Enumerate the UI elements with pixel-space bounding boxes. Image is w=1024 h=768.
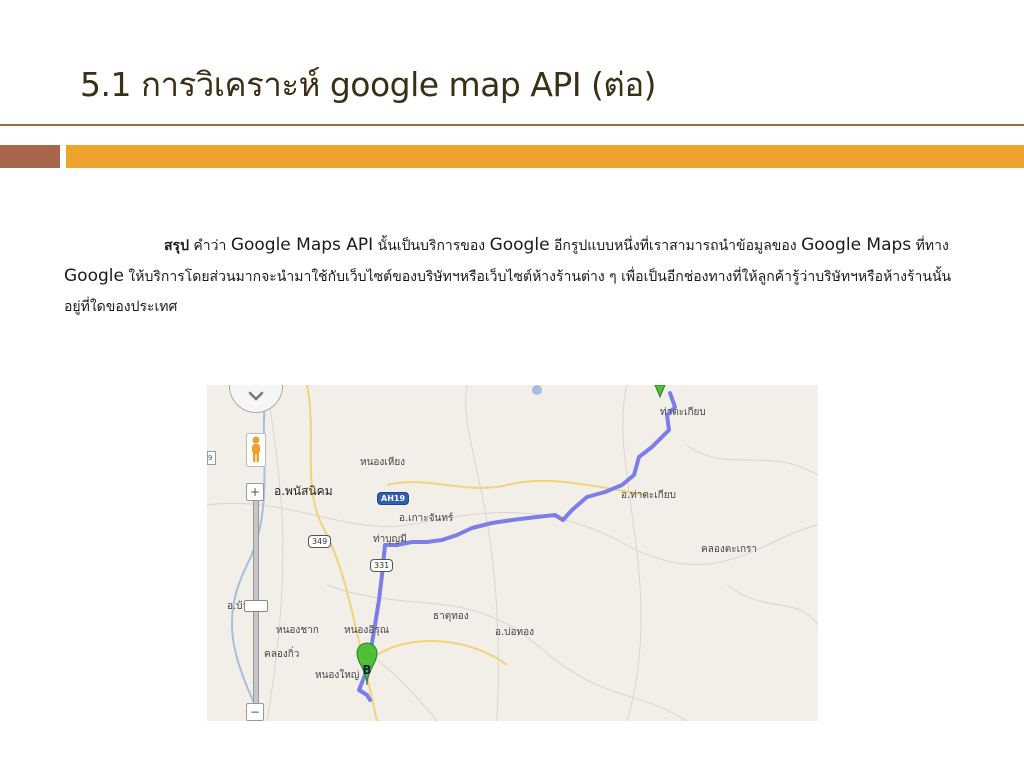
route-map[interactable]: B หนองเหียง อ.พนัสนิคม อ.เกาะจันทร์ ท่าบ… bbox=[207, 385, 818, 721]
map-label-tha-bunmi: ท่าบุญมี bbox=[373, 534, 407, 545]
road-shield-349: 349 bbox=[308, 535, 332, 548]
reservoir bbox=[532, 385, 542, 395]
minor-road bbox=[726, 584, 818, 626]
map-label-khlong-kio: คลองกิ่ว bbox=[264, 649, 300, 660]
summary-lead: สรุป bbox=[164, 238, 189, 254]
summary-segment: ที่ทาง bbox=[911, 238, 949, 254]
map-label-ko-chan: อ.เกาะจันทร์ bbox=[399, 513, 454, 524]
map-label-phanat-nikhom: อ.พนัสนิคม bbox=[274, 484, 333, 498]
title-divider bbox=[0, 124, 1024, 126]
term-google-maps-api: Google Maps API bbox=[230, 235, 374, 255]
zoom-out-button[interactable]: − bbox=[246, 703, 264, 721]
map-label-nong-khiang: หนองเหียง bbox=[360, 457, 406, 468]
map-label-tha-takiap-district: อ.ท่าตะเกียบ bbox=[621, 490, 676, 501]
zoom-slider-track[interactable] bbox=[253, 485, 259, 711]
start-marker-icon bbox=[654, 385, 666, 399]
slide-title: 5.1 การวิเคราะห์ google map API (ต่อ) bbox=[80, 65, 657, 104]
street-view-pegman-icon[interactable] bbox=[246, 433, 266, 467]
map-label-khlong-takhra: คลองตะเกรา bbox=[701, 544, 758, 555]
map-label-nong-chak: หนองชาก bbox=[276, 625, 319, 636]
map-label-nong-irun: หนองอิรุณ bbox=[344, 625, 389, 636]
minor-road bbox=[622, 385, 642, 721]
summary-segment: อีกรูปแบบหนึ่งที่เราสามารถนำข้อมูลของ bbox=[549, 238, 802, 254]
end-marker-letter: B bbox=[362, 663, 371, 677]
map-label-tha-takiap: ท่าตะเกียบ bbox=[660, 407, 706, 418]
road-shield-ah19: AH19 bbox=[377, 492, 410, 505]
map-label-nong-yai: หนองใหญ่ bbox=[315, 670, 360, 681]
term-google: Google bbox=[489, 235, 550, 255]
zoom-slider-thumb[interactable] bbox=[244, 600, 268, 612]
accent-bar-orange bbox=[66, 145, 1024, 168]
end-marker-icon: B bbox=[356, 642, 378, 686]
accent-bar-brown bbox=[0, 145, 60, 168]
map-edge-tag: 9 bbox=[207, 451, 216, 465]
minor-road bbox=[686, 444, 818, 476]
summary-segment: นั้นเป็นบริการของ bbox=[373, 238, 490, 254]
summary-segment: คำว่า bbox=[188, 238, 231, 254]
map-label-that-thong: ธาตุทอง bbox=[433, 611, 469, 622]
minor-road bbox=[465, 385, 499, 721]
zoom-in-button[interactable]: + bbox=[246, 483, 264, 501]
road-shield-331: 331 bbox=[370, 559, 394, 572]
term-google: Google bbox=[64, 266, 124, 286]
map-label-bo-thong: อ.บ่อทอง bbox=[495, 627, 535, 638]
term-google-maps: Google Maps bbox=[801, 235, 912, 255]
highway bbox=[376, 640, 508, 666]
summary-segment: ให้บริการโดยส่วนมากจะนำมาใช้กับเว็บไซต์ข… bbox=[64, 269, 952, 315]
minor-road bbox=[266, 385, 284, 721]
summary-paragraph: สรุป คำว่า Google Maps API นั้นเป็นบริกา… bbox=[64, 230, 964, 322]
